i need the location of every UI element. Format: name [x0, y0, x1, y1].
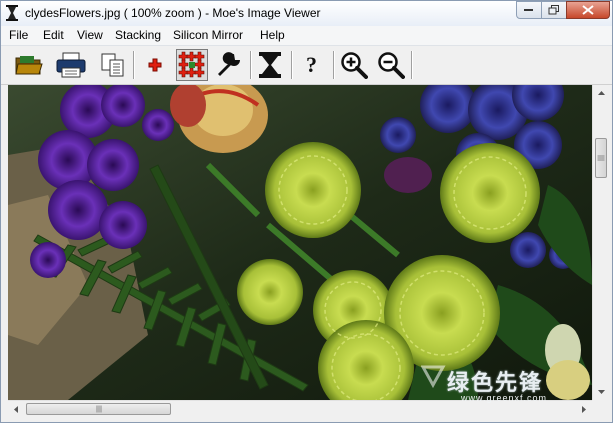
zoom-in-button[interactable] — [338, 49, 370, 81]
hourglass-app-icon — [6, 5, 18, 21]
help-button[interactable]: ? — [296, 49, 328, 81]
app-window: clydesFlowers.jpg ( 100% zoom ) - Moe's … — [0, 0, 613, 423]
open-button[interactable] — [13, 49, 45, 81]
wrench-icon — [218, 52, 240, 76]
close-icon — [582, 5, 594, 15]
menu-edit[interactable]: Edit — [43, 28, 64, 42]
grip-icon — [96, 405, 101, 413]
vertical-scroll-thumb[interactable] — [595, 138, 607, 178]
restore-icon — [548, 5, 559, 15]
scroll-up-button[interactable] — [593, 85, 610, 102]
horizontal-scroll-thumb[interactable] — [26, 403, 171, 415]
hourglass-stack-icon — [259, 52, 281, 78]
menu-help[interactable]: Help — [260, 28, 285, 42]
toolbar-separator — [250, 51, 252, 79]
single-point-button[interactable] — [139, 49, 171, 81]
open-folder-icon — [15, 56, 43, 75]
zoom-in-icon — [341, 52, 368, 79]
minimize-button[interactable] — [516, 1, 542, 19]
menu-stacking[interactable]: Stacking — [115, 28, 161, 42]
scroll-up-icon — [598, 91, 605, 95]
menu-silicon-mirror[interactable]: Silicon Mirror — [173, 28, 243, 42]
zoom-out-button[interactable] — [375, 49, 407, 81]
toolbar-separator — [333, 51, 335, 79]
toolbar-separator — [133, 51, 135, 79]
settings-button[interactable] — [213, 49, 245, 81]
grip-icon — [597, 155, 605, 161]
scroll-left-icon — [14, 406, 18, 413]
copy-button[interactable] — [97, 49, 129, 81]
help-question-icon: ? — [306, 52, 317, 77]
window-title: clydesFlowers.jpg ( 100% zoom ) - Moe's … — [25, 6, 321, 20]
menu-view[interactable]: View — [77, 28, 103, 42]
stack-button[interactable] — [254, 49, 286, 81]
scroll-left-button[interactable] — [8, 401, 25, 418]
copy-icon — [101, 53, 124, 77]
zoom-out-icon — [378, 52, 405, 79]
menu-file[interactable]: File — [9, 28, 28, 42]
toolbar-separator — [411, 51, 413, 79]
image-canvas[interactable] — [8, 85, 592, 400]
close-button[interactable] — [566, 1, 610, 19]
title-bar[interactable]: clydesFlowers.jpg ( 100% zoom ) - Moe's … — [1, 1, 612, 27]
watermark-url: www.greenxf.com — [461, 393, 548, 403]
toolbar: ? — [1, 46, 612, 85]
print-icon — [56, 52, 86, 78]
single-point-icon — [148, 58, 162, 72]
vertical-scrollbar[interactable] — [592, 85, 610, 400]
multi-point-button[interactable] — [176, 49, 208, 81]
print-button[interactable] — [55, 49, 87, 81]
menu-bar: File Edit View Stacking Silicon Mirror H… — [1, 26, 612, 46]
flowers-photo — [8, 85, 592, 400]
minimize-icon — [524, 9, 533, 11]
toolbar-separator — [291, 51, 293, 79]
maximize-button[interactable] — [541, 1, 567, 19]
multi-point-grid-icon — [178, 51, 205, 78]
